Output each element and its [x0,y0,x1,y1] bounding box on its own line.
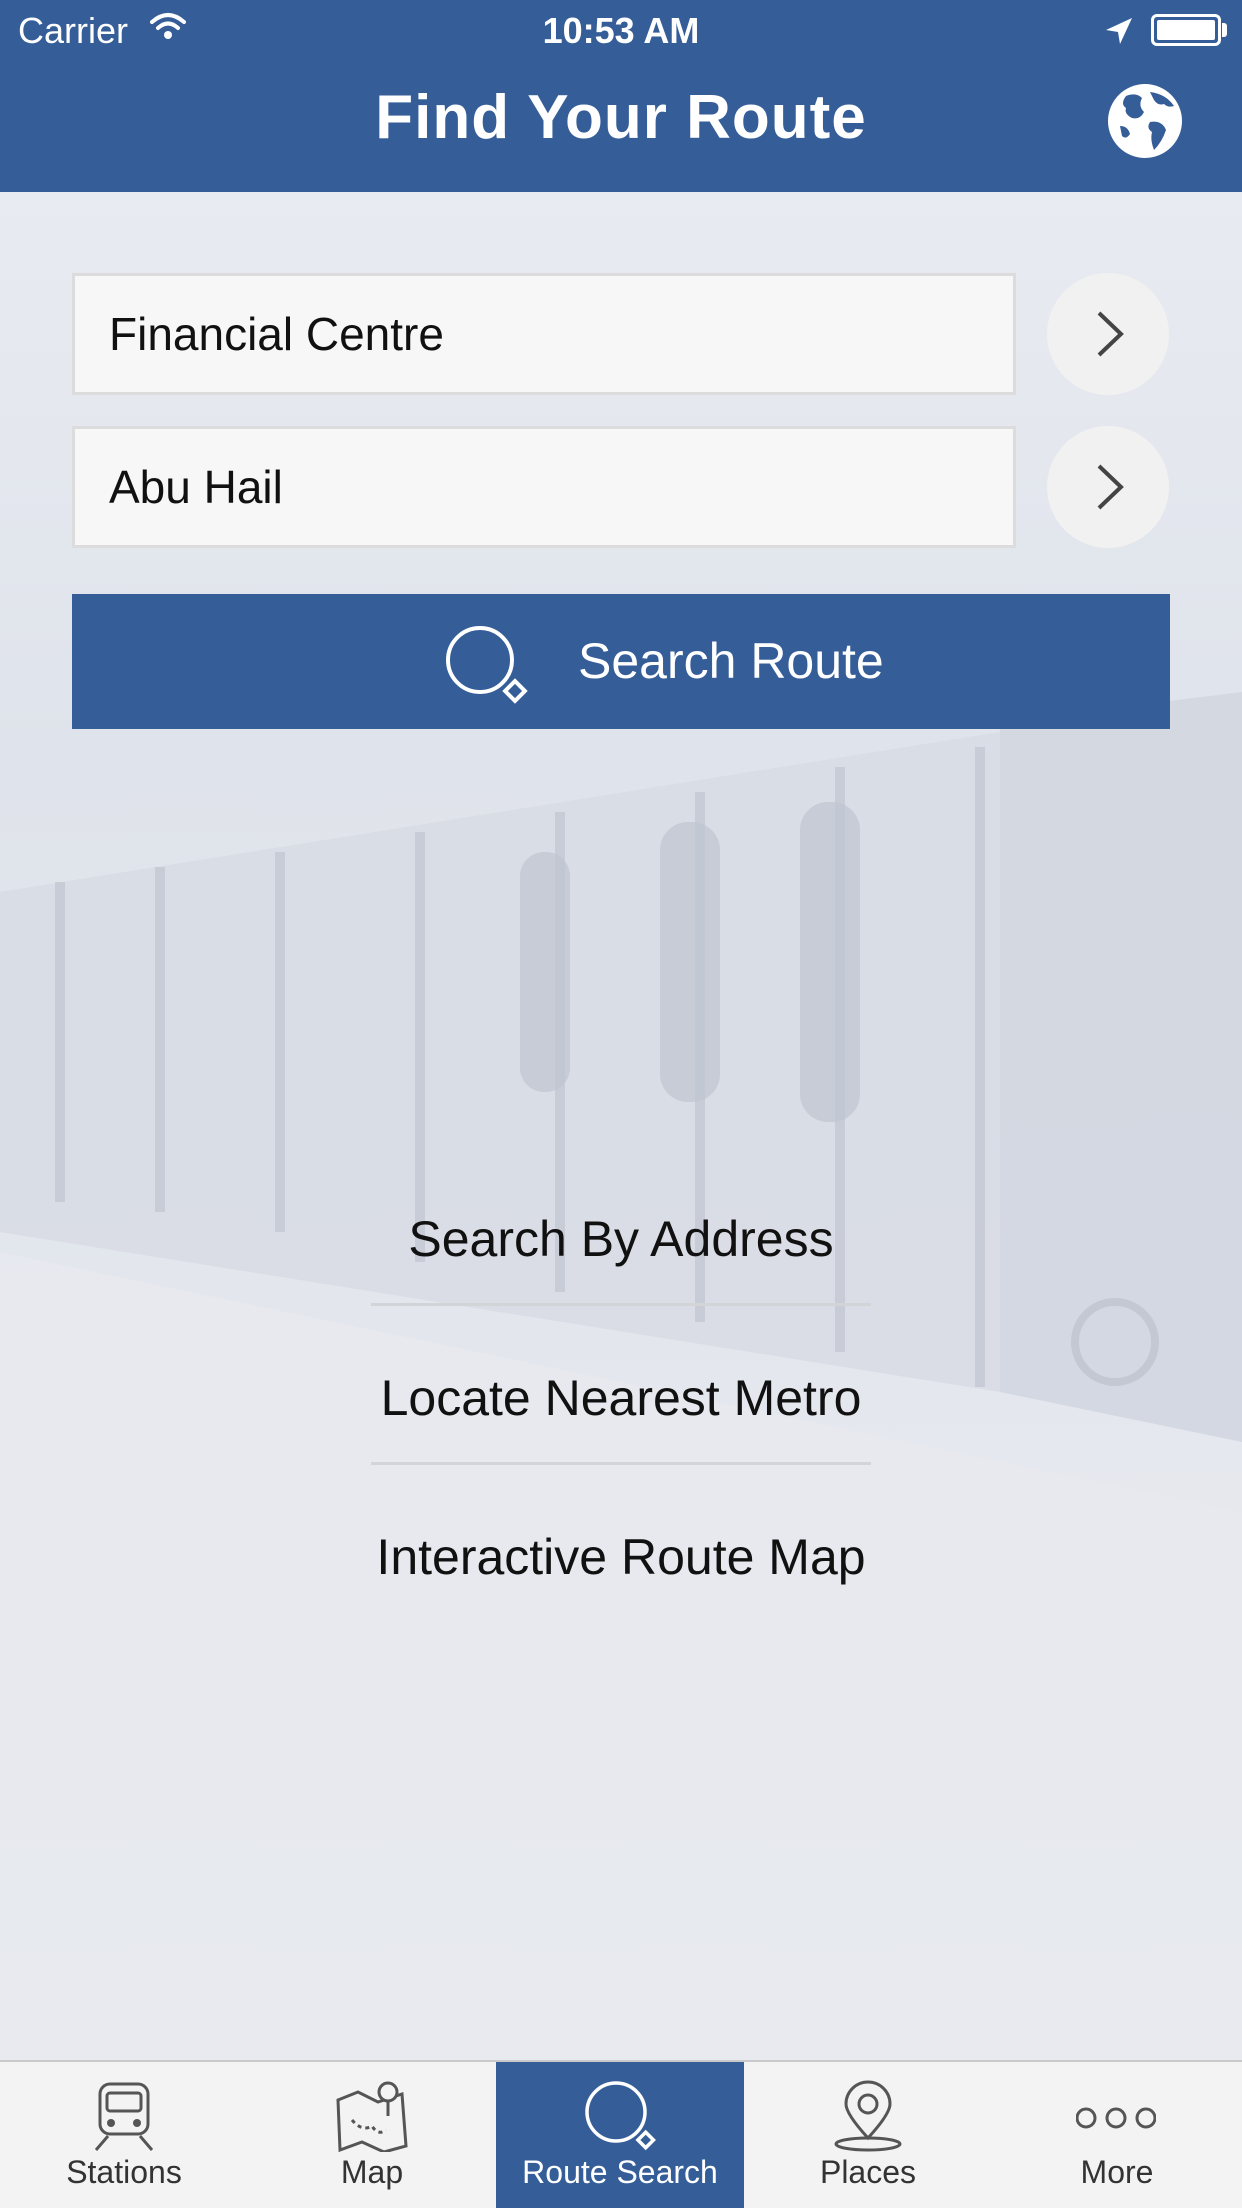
battery-tip [1222,23,1227,37]
tab-label: Stations [66,2154,182,2190]
from-station-field[interactable]: Financial Centre [72,273,1016,395]
divider [371,1462,871,1465]
tab-map[interactable]: Map [248,2062,496,2208]
to-station-field[interactable]: Abu Hail [72,426,1016,548]
tab-places[interactable]: Places [744,2062,992,2208]
tab-bar: Stations Map Route Search Places More [0,2060,1242,2208]
from-station-select-button[interactable] [1047,273,1169,395]
search-icon [446,626,528,704]
search-by-address-link[interactable]: Search By Address [0,1210,1242,1268]
train-icon [94,2082,154,2151]
tab-label: Places [819,2154,917,2190]
to-station-select-button[interactable] [1047,426,1169,548]
status-bar: Carrier 10:53 AM [0,0,1242,64]
tab-label: More [1080,2154,1154,2190]
interactive-route-map-link[interactable]: Interactive Route Map [0,1528,1242,1586]
tab-route-search[interactable]: Route Search [496,2062,744,2208]
tab-more[interactable]: More [992,2062,1242,2208]
status-time: 10:53 AM [542,10,700,51]
search-route-button[interactable]: Search Route [72,594,1170,729]
tab-label: Route Search [522,2154,718,2190]
chevron-right-icon [1097,464,1124,510]
page-title: Find Your Route [375,83,867,152]
tab-stations[interactable]: Stations [0,2062,248,2208]
search-icon [585,2081,656,2151]
locate-nearest-metro-link[interactable]: Locate Nearest Metro [0,1369,1242,1427]
divider [371,1303,871,1306]
app-header: Carrier 10:53 AM Find Your Route [0,0,1242,192]
location-services-icon [1106,18,1132,44]
map-icon [336,2081,408,2152]
battery-icon [1151,14,1221,46]
globe-icon[interactable] [1106,82,1184,160]
chevron-right-icon [1097,311,1124,357]
tab-label: Map [340,2154,404,2190]
location-pin-icon [834,2080,902,2152]
more-icon [1076,2107,1156,2129]
search-route-label: Search Route [578,633,884,689]
